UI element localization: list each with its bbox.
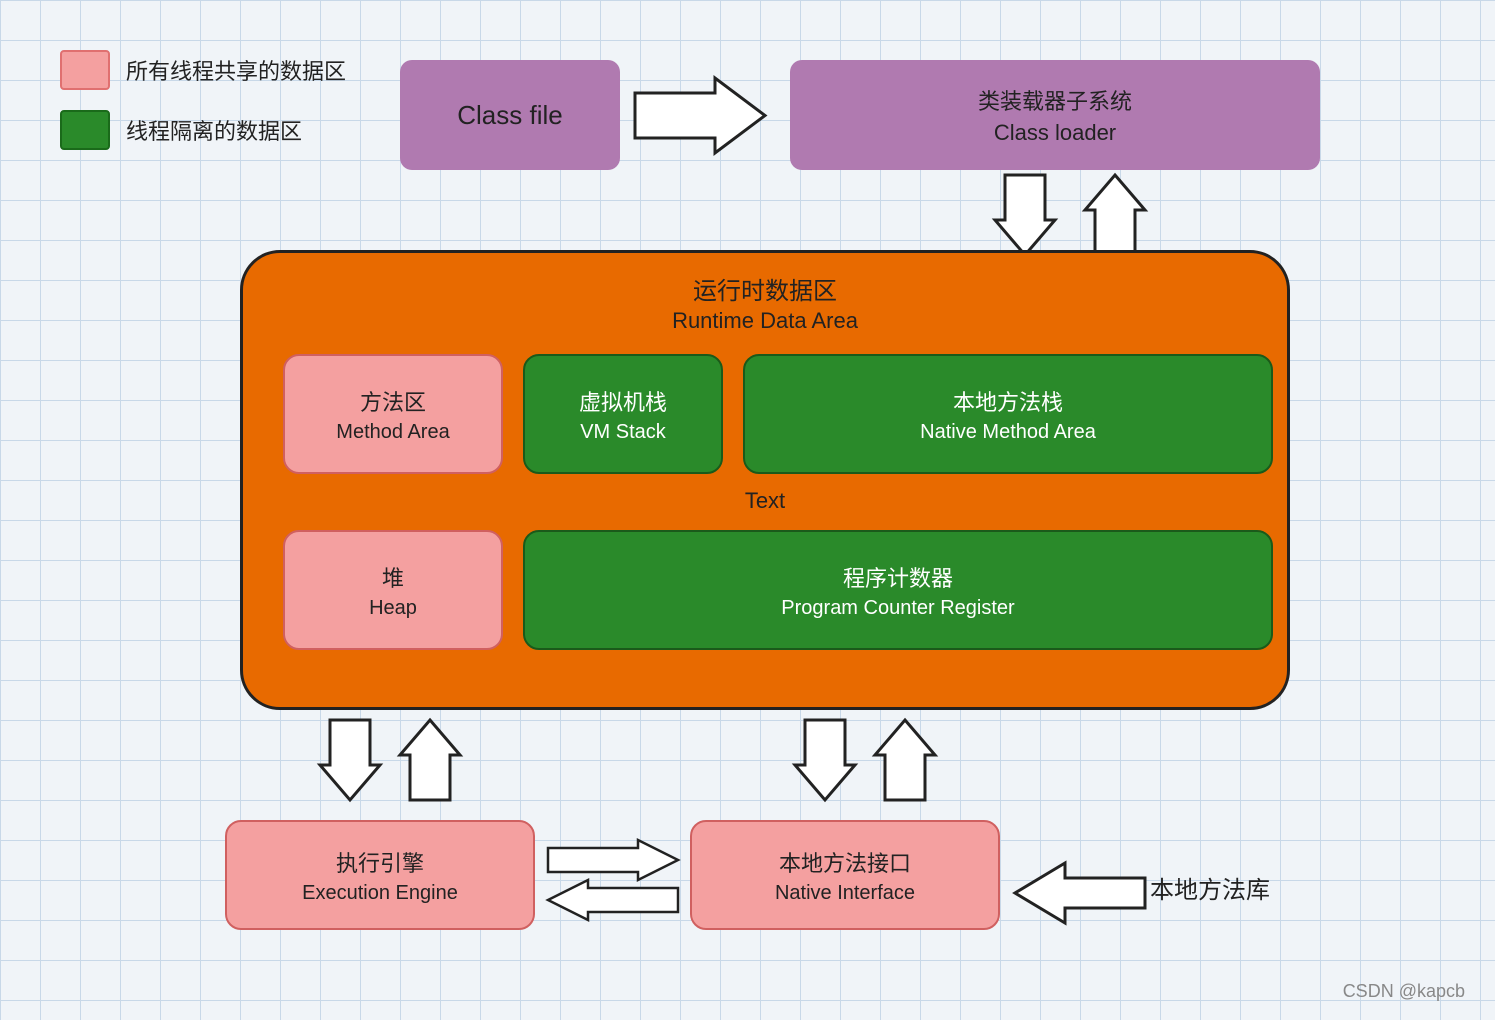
execution-engine-box: 执行引擎 Execution Engine (225, 820, 535, 930)
double-arrows-mid (548, 840, 678, 920)
method-area-zh: 方法区 (360, 385, 426, 417)
native-method-area-en: Native Method Area (920, 421, 1096, 444)
native-interface-en: Native Interface (775, 882, 915, 905)
vm-stack-zh: 虚拟机栈 (579, 385, 667, 417)
program-counter-box: 程序计数器 Program Counter Register (523, 530, 1273, 650)
class-loader-zh: 类装载器子系统 (978, 84, 1132, 116)
vm-stack-box: 虚拟机栈 VM Stack (523, 354, 723, 474)
class-file-text: Class file (457, 100, 562, 131)
arrow-classloader-down (995, 175, 1055, 255)
inner-row-1: 方法区 Method Area 虚拟机栈 VM Stack 本地方法栈 Nati… (283, 354, 1287, 474)
legend-shared-box (60, 50, 110, 90)
heap-box: 堆 Heap (283, 530, 503, 650)
legend-shared: 所有线程共享的数据区 (60, 50, 346, 90)
watermark: CSDN @kapcb (1343, 981, 1465, 1002)
native-method-area-box: 本地方法栈 Native Method Area (743, 354, 1273, 474)
arrow-up-left (400, 720, 460, 800)
execution-engine-en: Execution Engine (302, 882, 458, 905)
legend: 所有线程共享的数据区 线程隔离的数据区 (60, 50, 346, 170)
method-area-box: 方法区 Method Area (283, 354, 503, 474)
arrow-native-lib (1015, 863, 1145, 923)
arrow-up-mid (875, 720, 935, 800)
legend-shared-label: 所有线程共享的数据区 (126, 54, 346, 86)
diagram-container: 所有线程共享的数据区 线程隔离的数据区 Class file 类装载器子系统 C… (40, 20, 1440, 980)
legend-isolated-label: 线程隔离的数据区 (126, 114, 302, 146)
legend-isolated: 线程隔离的数据区 (60, 110, 346, 150)
program-counter-en: Program Counter Register (781, 597, 1014, 620)
runtime-title-zh: 运行时数据区 (243, 271, 1287, 306)
vm-stack-en: VM Stack (580, 421, 666, 444)
text-label: Text (243, 488, 1287, 514)
runtime-title-en: Runtime Data Area (243, 308, 1287, 334)
arrow-down-mid (795, 720, 855, 800)
runtime-area: 运行时数据区 Runtime Data Area 方法区 Method Area… (240, 250, 1290, 710)
heap-zh: 堆 (382, 561, 404, 593)
inner-row-2: 堆 Heap 程序计数器 Program Counter Register (283, 530, 1287, 650)
class-file-box: Class file (400, 60, 620, 170)
arrow-classfile-to-classloader (635, 78, 765, 153)
class-loader-en: Class loader (994, 120, 1116, 146)
native-interface-zh: 本地方法接口 (779, 846, 911, 878)
method-area-en: Method Area (336, 421, 449, 444)
arrow-down-left (320, 720, 380, 800)
heap-en: Heap (369, 597, 417, 620)
native-interface-box: 本地方法接口 Native Interface (690, 820, 1000, 930)
native-method-area-zh: 本地方法栈 (953, 385, 1063, 417)
program-counter-zh: 程序计数器 (843, 561, 953, 593)
legend-isolated-box (60, 110, 110, 150)
execution-engine-zh: 执行引擎 (336, 846, 424, 878)
native-lib-text: 本地方法库 (1150, 870, 1270, 905)
arrow-runtime-up (1085, 175, 1145, 255)
class-loader-box: 类装载器子系统 Class loader (790, 60, 1320, 170)
